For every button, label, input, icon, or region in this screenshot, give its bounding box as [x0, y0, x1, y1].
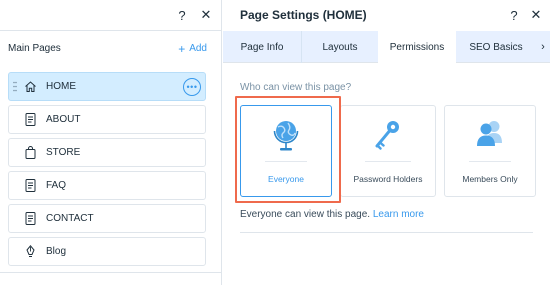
- pages-panel: ? ✕ Main Pages + Add HOME ••• ABOUT STOR…: [0, 0, 222, 285]
- option-divider: [469, 161, 511, 162]
- page-icon: [23, 212, 37, 226]
- page-label: FAQ: [46, 180, 67, 191]
- page-list: HOME ••• ABOUT STORE FAQ CONTACT Blog: [8, 72, 206, 270]
- option-label: Members Only: [462, 174, 518, 184]
- page-settings-panel: Page Settings (HOME) ? ✕ Page Info Layou…: [223, 0, 550, 285]
- plus-icon: +: [178, 41, 186, 56]
- store-bag-icon: [23, 146, 37, 160]
- learn-more-link[interactable]: Learn more: [373, 209, 424, 220]
- divider: [0, 272, 222, 273]
- tabs-scroll-right-icon[interactable]: ›: [536, 31, 550, 63]
- permission-description: Everyone can view this page. Learn more: [240, 209, 424, 220]
- page-label: ABOUT: [46, 114, 81, 125]
- tab-page-info[interactable]: Page Info: [223, 31, 301, 63]
- description-text: Everyone can view this page.: [240, 209, 371, 220]
- page-icon: [23, 179, 37, 193]
- main-pages-title: Main Pages: [8, 43, 61, 54]
- option-members-only[interactable]: Members Only: [444, 105, 536, 197]
- home-icon: [23, 80, 37, 94]
- option-password-holders[interactable]: Password Holders: [340, 105, 436, 197]
- page-label: STORE: [46, 147, 81, 158]
- close-button[interactable]: ✕: [528, 6, 544, 24]
- page-label: Blog: [46, 246, 67, 257]
- page-item-home[interactable]: HOME •••: [8, 72, 206, 101]
- more-actions-button[interactable]: •••: [183, 78, 201, 96]
- option-label: Password Holders: [353, 174, 423, 184]
- help-button[interactable]: ?: [174, 6, 190, 24]
- tab-permissions[interactable]: Permissions: [378, 31, 456, 64]
- tab-layouts[interactable]: Layouts: [302, 31, 378, 63]
- members-icon: [445, 118, 535, 154]
- drag-handle-icon[interactable]: [13, 81, 17, 92]
- page-settings-title: Page Settings (HOME): [240, 8, 367, 22]
- page-item-blog[interactable]: Blog: [8, 237, 206, 266]
- settings-tabs: Page Info Layouts Permissions SEO Basics…: [223, 31, 550, 64]
- add-page-label: Add: [189, 43, 207, 54]
- blog-pen-icon: [23, 245, 37, 259]
- help-button[interactable]: ?: [506, 6, 522, 24]
- page-item-about[interactable]: ABOUT: [8, 105, 206, 134]
- pages-panel-header: ? ✕: [0, 0, 222, 31]
- option-divider: [365, 161, 411, 162]
- close-button[interactable]: ✕: [198, 6, 214, 24]
- page-icon: [23, 113, 37, 127]
- who-can-view-label: Who can view this page?: [240, 82, 352, 93]
- page-item-contact[interactable]: CONTACT: [8, 204, 206, 233]
- tab-seo-basics[interactable]: SEO Basics: [456, 31, 536, 63]
- key-icon: [341, 118, 435, 154]
- page-item-store[interactable]: STORE: [8, 138, 206, 167]
- highlight-box: [235, 96, 341, 203]
- page-item-faq[interactable]: FAQ: [8, 171, 206, 200]
- page-settings-header: Page Settings (HOME) ? ✕: [223, 0, 550, 31]
- page-label: CONTACT: [46, 213, 94, 224]
- page-label: HOME: [46, 81, 76, 92]
- add-page-button[interactable]: + Add: [178, 41, 207, 56]
- divider: [240, 232, 533, 233]
